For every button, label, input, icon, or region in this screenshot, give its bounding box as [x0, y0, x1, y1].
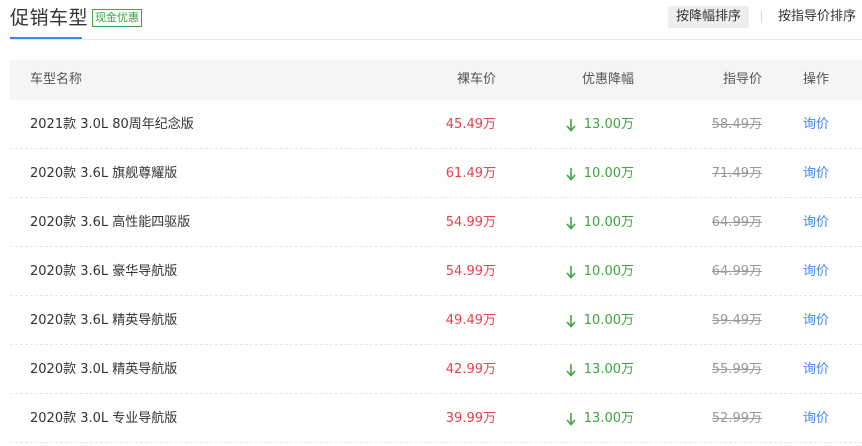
model-name: 2020款 3.0L 专业导航版	[30, 411, 178, 426]
arrow-down-icon	[566, 118, 576, 132]
discount-cell: 13.00万	[564, 100, 634, 149]
model-name: 2020款 3.6L 豪华导航版	[30, 264, 178, 279]
column-header-action: 操作	[803, 72, 830, 87]
bare-price: 45.49万	[445, 117, 496, 132]
discount-cell: 10.00万	[564, 198, 634, 247]
model-name: 2020款 3.6L 精英导航版	[30, 313, 178, 328]
table-body: 2021款 3.0L 80周年纪念版 45.49万 13.00万 58.49万 …	[10, 100, 862, 443]
inquiry-link[interactable]: 询价	[803, 100, 829, 149]
discount-amount: 13.00万	[583, 411, 634, 426]
guide-price: 71.49万	[711, 166, 762, 181]
arrow-down-icon	[566, 363, 576, 377]
model-name: 2020款 3.6L 高性能四驱版	[30, 215, 191, 230]
sort-by-guide-price-button[interactable]: 按指导价排序	[770, 6, 862, 28]
discount-amount: 10.00万	[583, 166, 634, 181]
bare-price: 54.99万	[445, 215, 496, 230]
discount-cell: 13.00万	[564, 394, 634, 443]
inquiry-link[interactable]: 询价	[803, 198, 829, 247]
inquiry-link[interactable]: 询价	[803, 345, 829, 394]
table-row: 2020款 3.0L 精英导航版 42.99万 13.00万 55.99万 询价	[10, 345, 862, 394]
guide-price: 64.99万	[711, 264, 762, 279]
guide-price: 58.49万	[711, 117, 762, 132]
arrow-down-icon	[566, 167, 576, 181]
guide-price: 52.99万	[711, 411, 762, 426]
discount-amount: 10.00万	[583, 264, 634, 279]
column-header-name: 车型名称	[30, 72, 83, 87]
bare-price: 49.49万	[445, 313, 496, 328]
sort-by-discount-button[interactable]: 按降幅排序	[668, 6, 750, 28]
column-header-price: 裸车价	[456, 72, 496, 87]
discount-amount: 13.00万	[583, 117, 634, 132]
table-row: 2020款 3.0L 专业导航版 39.99万 13.00万 52.99万 询价	[10, 394, 862, 443]
cash-discount-badge: 现金优惠	[92, 9, 142, 27]
guide-price: 64.99万	[711, 215, 762, 230]
model-name: 2020款 3.6L 旗舰尊耀版	[30, 166, 178, 181]
table-row: 2020款 3.6L 高性能四驱版 54.99万 10.00万 64.99万 询…	[10, 198, 862, 247]
inquiry-link[interactable]: 询价	[803, 247, 829, 296]
discount-cell: 10.00万	[564, 247, 634, 296]
inquiry-link[interactable]: 询价	[803, 149, 829, 198]
section-header: 促销车型 现金优惠 按降幅排序 按指导价排序	[0, 0, 862, 40]
arrow-down-icon	[566, 412, 576, 426]
header-divider	[10, 39, 862, 40]
table-row: 2020款 3.6L 精英导航版 49.49万 10.00万 59.49万 询价	[10, 296, 862, 345]
column-header-discount: 优惠降幅	[581, 72, 634, 87]
discount-cell: 13.00万	[564, 345, 634, 394]
table-row: 2020款 3.6L 豪华导航版 54.99万 10.00万 64.99万 询价	[10, 247, 862, 296]
promo-table: 车型名称 裸车价 优惠降幅 指导价 操作 2021款 3.0L 80周年纪念版 …	[10, 60, 862, 443]
discount-amount: 13.00万	[583, 362, 634, 377]
discount-amount: 10.00万	[583, 313, 634, 328]
section-title: 促销车型	[10, 7, 89, 29]
table-header: 车型名称 裸车价 优惠降幅 指导价 操作	[10, 60, 862, 100]
column-header-guide: 指导价	[722, 72, 762, 87]
inquiry-link[interactable]: 询价	[803, 394, 829, 443]
bare-price: 61.49万	[445, 166, 496, 181]
arrow-down-icon	[566, 265, 576, 279]
bare-price: 39.99万	[445, 411, 496, 426]
inquiry-link[interactable]: 询价	[803, 296, 829, 345]
bare-price: 42.99万	[445, 362, 496, 377]
discount-cell: 10.00万	[564, 296, 634, 345]
model-name: 2021款 3.0L 80周年纪念版	[30, 117, 194, 132]
guide-price: 55.99万	[711, 362, 762, 377]
discount-amount: 10.00万	[583, 215, 634, 230]
table-row: 2021款 3.0L 80周年纪念版 45.49万 13.00万 58.49万 …	[10, 100, 862, 149]
sort-separator	[761, 11, 762, 23]
bare-price: 54.99万	[445, 264, 496, 279]
arrow-down-icon	[566, 314, 576, 328]
discount-cell: 10.00万	[564, 149, 634, 198]
guide-price: 59.49万	[711, 313, 762, 328]
arrow-down-icon	[566, 216, 576, 230]
table-row: 2020款 3.6L 旗舰尊耀版 61.49万 10.00万 71.49万 询价	[10, 149, 862, 198]
model-name: 2020款 3.0L 精英导航版	[30, 362, 178, 377]
